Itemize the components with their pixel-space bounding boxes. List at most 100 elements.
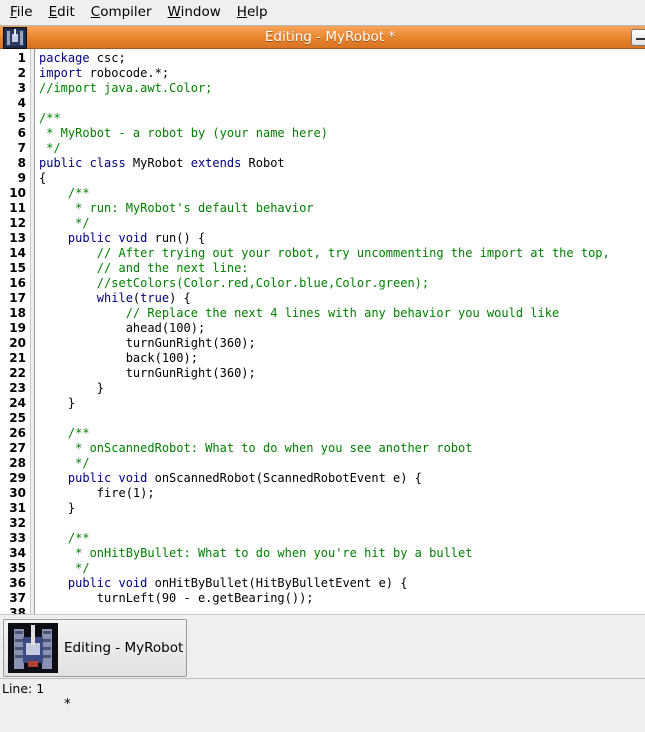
code-line[interactable]: } [39,501,75,516]
code-line[interactable]: turnGunRight(360); [39,366,256,381]
window-titlebar[interactable]: Editing - MyRobot * [0,26,645,49]
code-editor[interactable]: 1 2 3 4 5 6 7 8 9 10 11 12 13 14 15 16 17 18 19 20 21 22 23 24 2… [0,49,645,615]
menu-compiler[interactable]: Compiler [81,0,158,25]
menu-label-rest: elp [246,4,268,20]
menu-mnemonic: H [236,4,247,20]
code-line[interactable]: while(true) { [39,291,191,306]
line-number: 2 [17,66,26,80]
code-line[interactable]: /** [39,426,90,441]
menu-label-rest: ompiler [100,4,152,20]
menu-mnemonic: C [90,4,101,20]
taskbar-window-label: Editing - MyRobot * [64,640,184,712]
line-number: 34 [9,546,26,560]
keyword-token: public void [39,471,148,485]
line-number: 17 [9,291,26,305]
comment-token: */ [39,561,90,575]
code-line[interactable]: //import java.awt.Color; [39,81,212,96]
line-number: 37 [9,591,26,605]
comment-token: * onScannedRobot: What to do when you se… [39,441,473,455]
code-line[interactable]: // After trying out your robot, try unco… [39,246,610,261]
line-number: 12 [9,216,26,230]
code-line[interactable]: turnLeft(90 - e.getBearing()); [39,591,314,606]
menu-edit[interactable]: Edit [39,0,81,25]
line-number: 8 [17,156,26,170]
code-line[interactable]: turnGunRight(360); [39,336,256,351]
code-token: } [39,381,105,395]
code-area[interactable]: package csc; import robocode.*;//import j… [34,49,645,615]
code-line[interactable]: * MyRobot - a robot by (your name here) [39,126,328,141]
code-line[interactable]: public void run() { [39,231,205,246]
code-token: onScannedRobot(ScannedRobotEvent e) { [147,471,422,485]
code-line[interactable]: */ [39,216,90,231]
keyword-token: package [39,51,90,65]
keyword-token: extends [190,156,242,170]
code-line[interactable]: back(100); [39,351,198,366]
line-number: 3 [17,81,26,95]
keyword-token: while [39,291,133,305]
minimize-button[interactable] [631,29,645,46]
code-line[interactable]: * onScannedRobot: What to do when you se… [39,441,472,456]
menu-window[interactable]: Window [158,0,227,25]
line-number: 29 [9,471,26,485]
menu-file[interactable]: File [0,0,39,25]
code-token: MyRobot [125,156,191,170]
code-line[interactable]: /** [39,111,61,126]
comment-token: */ [39,216,90,230]
line-number: 6 [17,126,26,140]
code-token: ) { [169,291,191,305]
code-token: ahead(100); [39,321,206,335]
window-title: Editing - MyRobot * [264,29,396,45]
code-token: } [39,396,76,410]
menu-help[interactable]: Help [227,0,274,25]
code-line[interactable]: public class MyRobot extends Robot [39,156,285,171]
code-line[interactable]: //setColors(Color.red,Color.blue,Color.g… [39,276,429,291]
window-taskbar: Editing - MyRobot * [0,614,645,712]
line-number: 21 [9,351,26,365]
comment-token: */ [39,141,61,155]
code-token: turnGunRight(360); [39,366,256,380]
code-line[interactable]: /** [39,186,90,201]
code-line[interactable]: */ [39,456,90,471]
line-number: 33 [9,531,26,545]
code-line[interactable]: * run: MyRobot's default behavior [39,201,313,216]
line-number: 1 [17,51,26,65]
line-number: 4 [17,96,26,110]
code-line[interactable]: ahead(100); [39,321,205,336]
taskbar-window-button[interactable]: Editing - MyRobot * [3,619,187,712]
code-line[interactable]: */ [39,561,90,576]
code-line[interactable]: /** [39,531,90,546]
comment-token: // Replace the next 4 lines with any beh… [39,306,560,320]
comment-token: /** [39,426,90,440]
code-line[interactable]: { [39,171,46,186]
code-token: back(100); [39,351,198,365]
menu-bar: File Edit Compiler Window Help [0,0,645,25]
line-number-gutter: 1 2 3 4 5 6 7 8 9 10 11 12 13 14 15 16 17 18 19 20 21 22 23 24 2… [0,49,31,615]
line-number: 18 [9,306,26,320]
code-line[interactable]: */ [39,141,61,156]
line-number: 22 [9,366,26,380]
code-token: } [39,501,76,515]
code-line[interactable]: // Replace the next 4 lines with any beh… [39,306,559,321]
comment-token: // and the next line: [39,261,249,275]
line-number: 20 [9,336,26,350]
line-number: 14 [9,246,26,260]
code-token: turnGunRight(360); [39,336,256,350]
line-number: 25 [9,411,26,425]
line-number: 31 [9,501,26,515]
code-line[interactable]: fire(1); [39,486,155,501]
code-line[interactable]: * onHitByBullet: What to do when you're … [39,546,472,561]
code-line[interactable]: // and the next line: [39,261,249,276]
code-line[interactable]: public void onScannedRobot(ScannedRobotE… [39,471,422,486]
code-line[interactable]: } [39,381,104,396]
code-line[interactable]: } [39,396,75,411]
comment-token: */ [39,456,90,470]
menu-label-rest: dit [57,4,75,20]
code-line[interactable]: import robocode.*; [39,66,169,81]
keyword-token: public void [39,576,148,590]
line-number: 30 [9,486,26,500]
line-number: 36 [9,576,26,590]
code-line[interactable]: public void onHitByBullet(HitByBulletEve… [39,576,408,591]
keyword-token: public void [39,231,148,245]
code-line[interactable]: package csc; [39,51,126,66]
code-token: turnLeft(90 - e.getBearing()); [39,591,314,605]
